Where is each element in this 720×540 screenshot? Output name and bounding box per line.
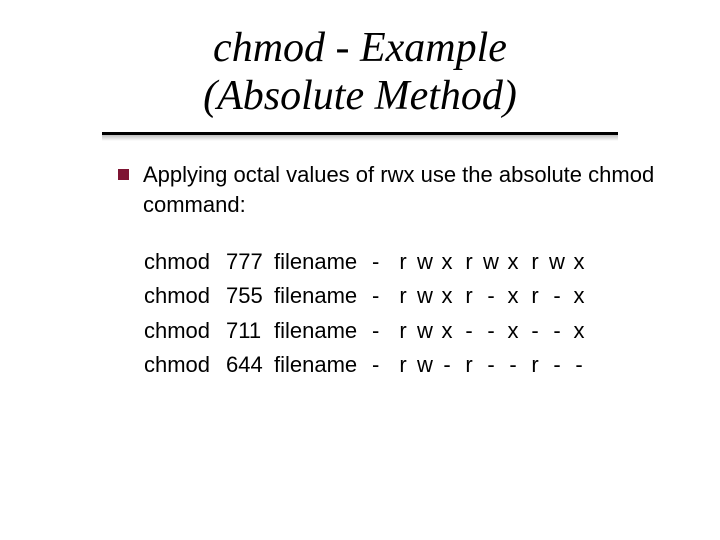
type-dash: - xyxy=(372,245,392,279)
file-text: filename xyxy=(274,279,372,313)
perm-char: x xyxy=(568,245,590,279)
mode-text: 644 xyxy=(226,348,274,382)
perm-char: r xyxy=(458,245,480,279)
perm-char: w xyxy=(480,245,502,279)
perm-char: r xyxy=(524,245,546,279)
type-dash: - xyxy=(372,314,392,348)
perm-char: r xyxy=(458,348,480,382)
perm-char: x xyxy=(502,314,524,348)
perm-char: x xyxy=(436,245,458,279)
perm-char: r xyxy=(524,348,546,382)
slide-title: chmod - Example (Absolute Method) xyxy=(0,24,720,121)
perm-char: x xyxy=(436,314,458,348)
title-line-2: (Absolute Method) xyxy=(203,73,517,119)
perm-char: w xyxy=(414,348,436,382)
perm-char: - xyxy=(568,348,590,382)
perm-char: - xyxy=(546,314,568,348)
perm-char: r xyxy=(524,279,546,313)
cmd-text: chmod xyxy=(144,314,226,348)
perm-char: - xyxy=(480,279,502,313)
examples-block: chmod 777 filename - r w x r w x r w x c… xyxy=(144,245,672,381)
lead-bullet-row: Applying octal values of rwx use the abs… xyxy=(118,160,672,219)
perm-char: - xyxy=(436,348,458,382)
cmd-text: chmod xyxy=(144,245,226,279)
title-underline xyxy=(102,132,618,135)
perm-char: w xyxy=(414,279,436,313)
perm-char: w xyxy=(414,245,436,279)
perm-char: r xyxy=(392,279,414,313)
mode-text: 777 xyxy=(226,245,274,279)
perm-char: x xyxy=(502,279,524,313)
slide: chmod - Example (Absolute Method) Applyi… xyxy=(0,0,720,540)
perm-char: r xyxy=(392,245,414,279)
cmd-text: chmod xyxy=(144,279,226,313)
perm-char: r xyxy=(458,279,480,313)
file-text: filename xyxy=(274,348,372,382)
perm-char: x xyxy=(436,279,458,313)
title-line-1: chmod - Example xyxy=(213,25,507,71)
mode-text: 755 xyxy=(226,279,274,313)
perm-char: r xyxy=(392,348,414,382)
perm-char: x xyxy=(568,314,590,348)
perm-char: - xyxy=(480,314,502,348)
slide-body: Applying octal values of rwx use the abs… xyxy=(118,160,672,382)
cmd-text: chmod xyxy=(144,348,226,382)
perm-char: w xyxy=(414,314,436,348)
mode-text: 711 xyxy=(226,314,274,348)
example-row: chmod 711 filename - r w x - - x - - x xyxy=(144,314,672,348)
type-dash: - xyxy=(372,348,392,382)
perm-char: - xyxy=(458,314,480,348)
perm-char: w xyxy=(546,245,568,279)
example-row: chmod 755 filename - r w x r - x r - x xyxy=(144,279,672,313)
perm-char: - xyxy=(502,348,524,382)
example-row: chmod 644 filename - r w - r - - r - - xyxy=(144,348,672,382)
perm-char: x xyxy=(568,279,590,313)
perm-char: r xyxy=(392,314,414,348)
file-text: filename xyxy=(274,245,372,279)
perm-char: - xyxy=(480,348,502,382)
perm-char: - xyxy=(546,348,568,382)
file-text: filename xyxy=(274,314,372,348)
bullet-icon xyxy=(118,169,129,180)
perm-char: - xyxy=(546,279,568,313)
perm-char: - xyxy=(524,314,546,348)
example-row: chmod 777 filename - r w x r w x r w x xyxy=(144,245,672,279)
type-dash: - xyxy=(372,279,392,313)
perm-char: x xyxy=(502,245,524,279)
lead-text: Applying octal values of rwx use the abs… xyxy=(143,160,672,219)
